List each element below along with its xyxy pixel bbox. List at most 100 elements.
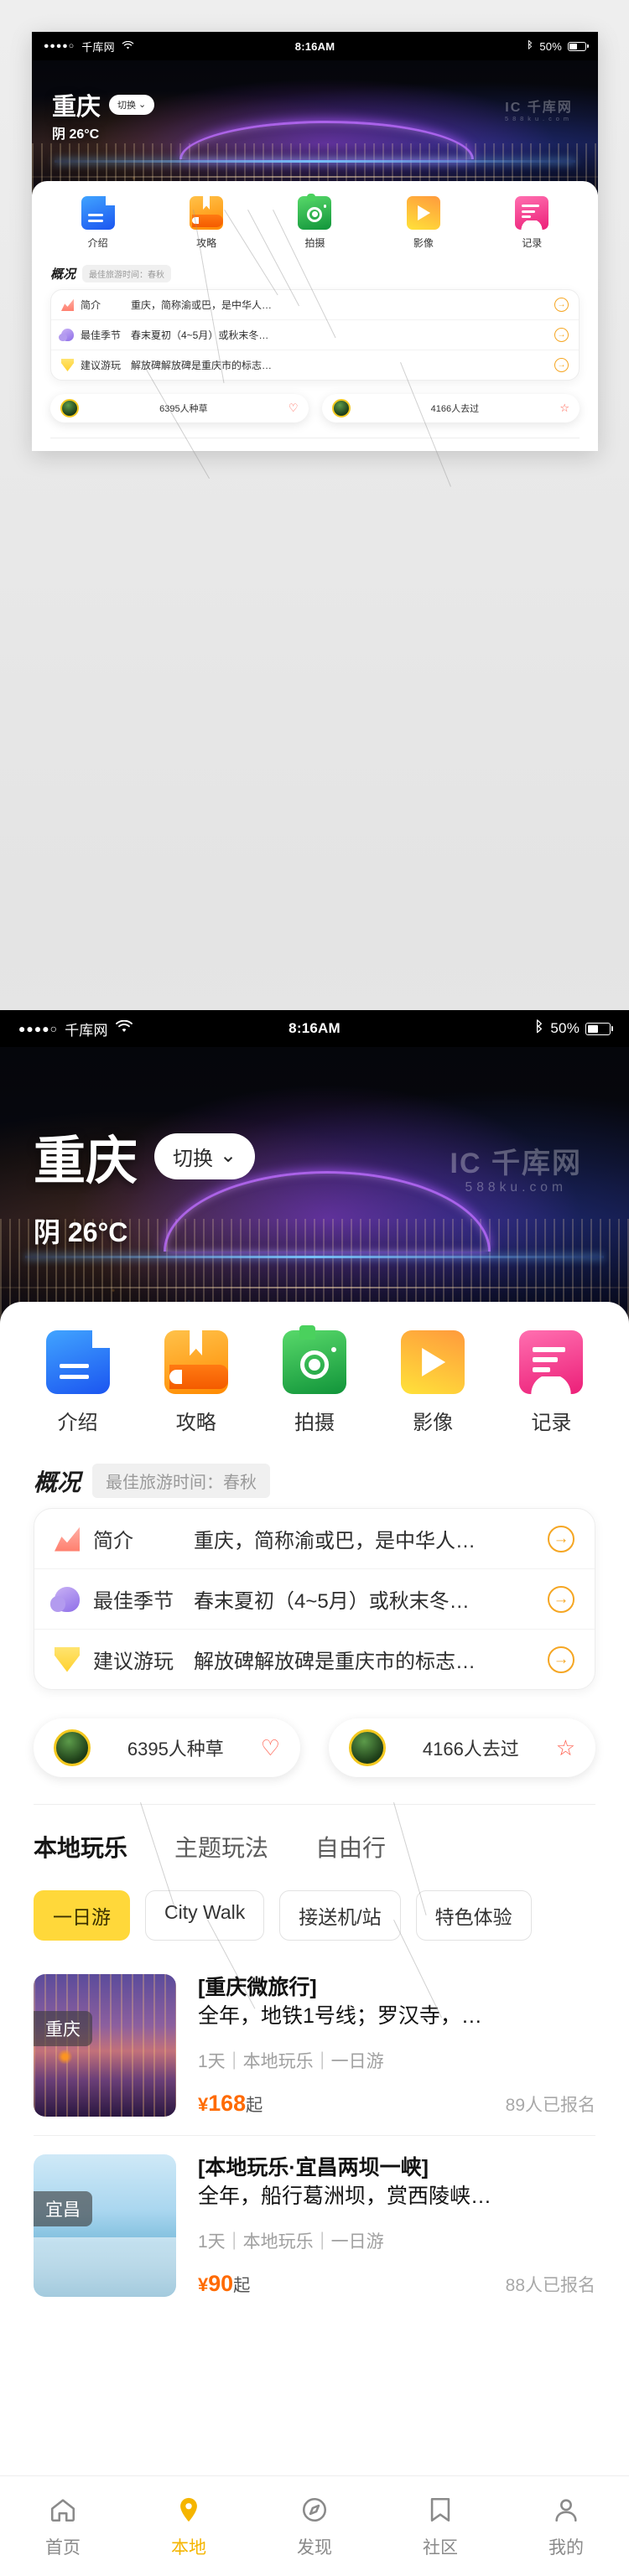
location-pin-icon: [173, 2494, 205, 2526]
stat-pill-liked[interactable]: 6395人种草 ♡: [34, 1718, 300, 1777]
overview-row-suggest[interactable]: 建议游玩 解放碑解放碑是重庆市的标志… →: [51, 350, 579, 380]
city-name: 重庆: [52, 94, 101, 121]
arrow-right-icon[interactable]: →: [548, 1585, 574, 1613]
tab-theme-play[interactable]: 主题玩法: [119, 450, 166, 451]
tab-local-fun[interactable]: 本地玩乐: [34, 1830, 127, 1863]
quick-nav-label: 拍摄: [304, 237, 325, 249]
quick-nav-label: 拍摄: [294, 1412, 335, 1434]
bottom-nav-item-discover[interactable]: 发现: [252, 2494, 377, 2559]
document-icon: [81, 196, 115, 230]
chevron-down-icon: ⌄: [138, 99, 147, 110]
switch-city-button[interactable]: 切换 ⌄: [109, 95, 155, 115]
product-description: 全年，地铁1号线；罗汉寺，…: [198, 2003, 482, 2028]
product-list-item[interactable]: 宜昌 [本地玩乐·宜昌两坝一峡] 全年，船行葛洲坝，赏西陵峡… 1天｜本地玩乐｜…: [34, 2135, 595, 2315]
section-title: 概况: [50, 267, 76, 282]
clock-label: 8:16AM: [294, 39, 335, 53]
switch-city-button[interactable]: 切换 ⌄: [154, 1133, 256, 1179]
chip-city-walk[interactable]: City Walk: [145, 1890, 265, 1941]
bottom-nav-label: 首页: [45, 2537, 81, 2558]
heart-icon[interactable]: ♡: [289, 402, 299, 415]
quick-nav-row: 介绍 攻略 拍摄 影像 记录: [32, 181, 598, 258]
quick-nav-label: 攻略: [175, 1412, 216, 1434]
status-bar: ●●●●○ 千库网 8:16AM 50%: [32, 32, 598, 60]
price-suffix: 起: [233, 2277, 251, 2295]
arrow-right-icon[interactable]: →: [548, 1646, 574, 1673]
overview-key: 简介: [81, 299, 101, 311]
quick-nav-item-guide[interactable]: 攻略: [164, 1330, 228, 1435]
bluetooth-icon: [534, 1018, 544, 1039]
product-city-badge: 重庆: [34, 2011, 92, 2047]
category-tabs: 本地玩乐 主题玩法 自由行: [0, 1805, 629, 1867]
quick-nav-item-photo[interactable]: 拍摄: [282, 1324, 346, 1435]
bookmark-icon: [424, 2494, 456, 2526]
product-title: [重庆微旅行]: [198, 1976, 317, 1999]
quick-nav-item-intro[interactable]: 介绍: [45, 1330, 110, 1435]
overview-row-intro[interactable]: 简介 重庆，简称渝或巴，是中华人… →: [34, 1509, 595, 1568]
quick-nav-label: 介绍: [87, 237, 108, 249]
product-list: 重庆 [重庆微旅行] 全年，地铁1号线；罗汉寺，… 1天｜本地玩乐｜一日游 ¥1…: [0, 1956, 629, 2315]
overview-row-season[interactable]: 最佳季节 春末夏初（4~5月）或秋末冬… →: [51, 319, 579, 350]
stat-pill-visited[interactable]: 4166人去过 ☆: [329, 1718, 595, 1777]
product-title: [本地玩乐·宜昌两坝一峡]: [198, 2156, 429, 2179]
quick-nav-row: 介绍 攻略 拍摄 影像 记录: [0, 1302, 629, 1452]
content-sheet: 介绍 攻略 拍摄 影像 记录 概况 最佳旅游时间：春秋 简介 重庆，简称渝或巴，…: [32, 181, 598, 451]
arrow-right-icon[interactable]: →: [554, 298, 569, 312]
switch-city-label: 切换: [117, 101, 137, 111]
avatar: [349, 1729, 386, 1766]
arrow-right-icon[interactable]: →: [554, 328, 569, 342]
chevron-down-icon: ⌄: [220, 1143, 237, 1167]
stat-pill-visited[interactable]: 4166人去过 ☆: [321, 394, 580, 422]
chip-one-day-tour[interactable]: 一日游: [34, 1890, 130, 1941]
bottom-nav-item-community[interactable]: 社区: [377, 2494, 503, 2559]
quick-nav-item-video[interactable]: 影像: [406, 196, 440, 250]
star-icon[interactable]: ☆: [559, 402, 569, 415]
bottom-nav-label: 本地: [171, 2537, 206, 2558]
price-value: 168: [208, 2091, 247, 2116]
quick-nav-item-intro[interactable]: 介绍: [81, 196, 115, 250]
tab-theme-play[interactable]: 主题玩法: [174, 1830, 268, 1863]
user-icon: [550, 2494, 582, 2526]
list-icon: [515, 196, 549, 230]
chip-transfer[interactable]: 接送机/站: [279, 1890, 401, 1941]
quick-nav-item-photo[interactable]: 拍摄: [298, 193, 332, 250]
signal-dots-icon: ●●●●○: [18, 1022, 59, 1035]
camera-icon: [298, 193, 332, 230]
product-thumbnail: 重庆: [34, 1974, 176, 2117]
cloud-icon: [49, 1586, 80, 1612]
overview-card: 简介 重庆，简称渝或巴，是中华人… → 最佳季节 春末夏初（4~5月）或秋末冬……: [50, 289, 580, 381]
quick-nav-label: 记录: [531, 1412, 572, 1434]
quick-nav-label: 记录: [522, 237, 543, 249]
heart-icon[interactable]: ♡: [261, 1735, 280, 1761]
bottom-nav-item-home[interactable]: 首页: [0, 2494, 126, 2559]
avatar: [60, 399, 79, 417]
currency-symbol: ¥: [198, 2274, 209, 2295]
stat-pill-liked[interactable]: 6395人种草 ♡: [50, 394, 309, 422]
overview-row-season[interactable]: 最佳季节 春末夏初（4~5月）或秋末冬… →: [34, 1568, 595, 1629]
quick-nav-item-video[interactable]: 影像: [401, 1330, 465, 1435]
tab-local-fun[interactable]: 本地玩乐: [50, 450, 97, 451]
product-list-item[interactable]: 重庆 [重庆微旅行] 全年，地铁1号线；罗汉寺，… 1天｜本地玩乐｜一日游 ¥1…: [34, 1956, 595, 2135]
arrow-right-icon[interactable]: →: [554, 358, 569, 372]
overview-row-suggest[interactable]: 建议游玩 解放碑解放碑是重庆市的标志… →: [34, 1629, 595, 1689]
quick-nav-item-record[interactable]: 记录: [515, 196, 549, 250]
quick-nav-label: 介绍: [57, 1412, 98, 1434]
city-name: 重庆: [34, 1133, 138, 1190]
bottom-nav-item-profile[interactable]: 我的: [503, 2494, 629, 2559]
quick-nav-item-record[interactable]: 记录: [519, 1330, 584, 1435]
bottom-nav-item-local[interactable]: 本地: [126, 2494, 252, 2559]
chart-icon: [55, 1526, 80, 1552]
stat-label: 6395人种草: [127, 1739, 224, 1760]
section-title: 概况: [34, 1469, 81, 1495]
hero-banner: IC 千库网 588ku.com 重庆 切换 ⌄ 阴 26°C: [32, 60, 598, 194]
best-season-tag: 最佳旅游时间：春秋: [92, 1464, 271, 1498]
clock-label: 8:16AM: [289, 1020, 340, 1036]
chip-special-experience[interactable]: 特色体验: [415, 1890, 532, 1941]
tab-free-travel[interactable]: 自由行: [315, 1830, 386, 1863]
product-price: ¥90起: [198, 2271, 250, 2297]
star-icon[interactable]: ☆: [556, 1735, 575, 1761]
overview-value: 重庆，简称渝或巴，是中华人…: [131, 299, 273, 311]
wifi-icon: [122, 40, 134, 53]
arrow-right-icon[interactable]: →: [548, 1525, 574, 1552]
mail-icon: [61, 359, 74, 371]
overview-value: 解放碑解放碑是重庆市的标志…: [194, 1651, 476, 1673]
